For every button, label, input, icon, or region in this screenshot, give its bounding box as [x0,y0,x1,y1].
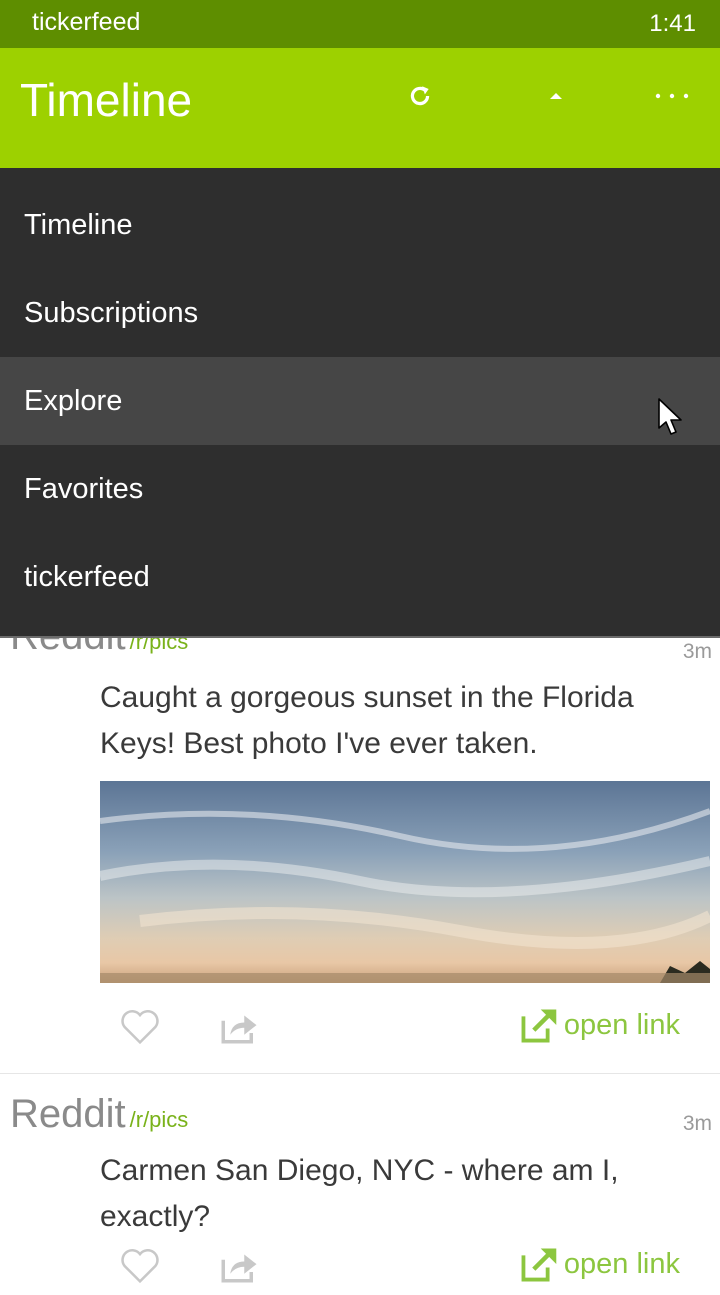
post-divider [0,1073,720,1074]
open-link-label: open link [563,1008,680,1041]
post-time: 3m [682,1112,712,1135]
external-link-icon [521,1248,557,1282]
post-actions: open link [0,1006,720,1056]
open-link-button[interactable]: open link [518,1006,680,1044]
post-text: Caught a gorgeous sunset in the Florida … [100,681,634,760]
menu-item-subscriptions[interactable]: Subscriptions [0,269,720,357]
menu-item-favorites[interactable]: Favorites [0,445,720,533]
post-subreddit[interactable]: /r/pics [130,1107,189,1132]
sunset-photo [100,808,710,983]
open-link-button[interactable]: open link [518,1245,680,1283]
post-time: 3m [682,640,712,663]
post-source-label: Reddit [10,1092,126,1136]
post-actions: open link [0,1245,720,1295]
nav-menu: Timeline Subscriptions Explore Favorites… [0,168,720,638]
like-button[interactable] [118,1006,162,1051]
menu-item-timeline[interactable]: Timeline [0,181,720,269]
menu-item-explore[interactable]: Explore [0,357,720,445]
share-button[interactable] [218,1006,260,1051]
post-source: Reddit/r/pics [10,1092,188,1137]
menu-item-tickerfeed[interactable]: tickerfeed [0,533,720,621]
share-icon [221,1015,257,1044]
post-image[interactable] [100,781,710,983]
post-text: Carmen San Diego, NYC - where am I, exac… [100,1154,619,1233]
like-button[interactable] [118,1245,162,1290]
heart-icon [121,1249,159,1284]
heart-icon [121,1010,159,1045]
external-link-icon [521,1009,557,1043]
mouse-cursor-icon [658,398,682,435]
open-link-label: open link [563,1247,680,1280]
share-button[interactable] [218,1245,260,1290]
share-icon [221,1254,257,1283]
